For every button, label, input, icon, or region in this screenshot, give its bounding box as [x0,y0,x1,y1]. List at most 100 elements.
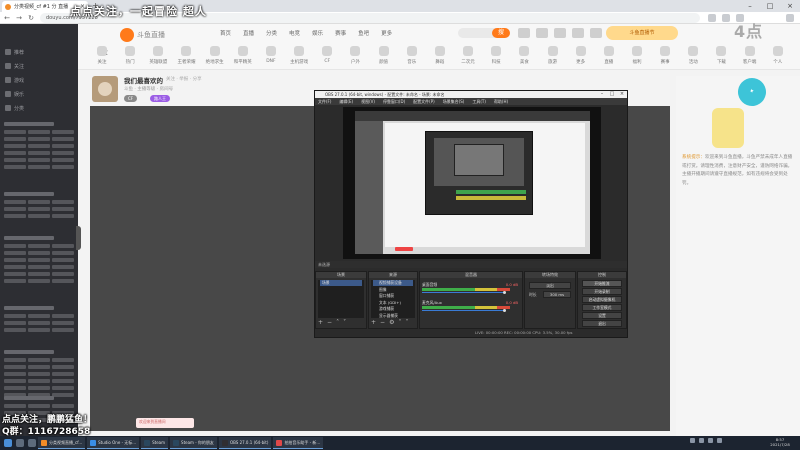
sidebar-category-link[interactable] [52,379,74,383]
sidebar-category-link[interactable] [4,358,26,362]
sidebar-category-link[interactable] [28,272,50,276]
sidebar-category-link[interactable] [52,165,74,169]
sidebar-category-link[interactable] [4,137,26,141]
sidebar-category-link[interactable] [28,251,50,255]
sidebar-category-link[interactable] [52,328,74,332]
volume-slider[interactable] [422,292,506,293]
sidebar-category-link[interactable] [52,321,74,325]
sidebar-category-link[interactable] [28,372,50,376]
sidebar-category-link[interactable] [28,258,50,262]
category-item[interactable]: 活动 [681,46,705,65]
sidebar-item[interactable]: 推荐 [0,46,78,58]
sidebar-item[interactable]: 游戏 [0,74,78,86]
sidebar-category-link[interactable] [4,321,26,325]
sidebar-category-link[interactable] [28,314,50,318]
room-tag[interactable]: 路人王 [150,95,170,102]
category-item[interactable]: DNF [259,46,283,65]
obs-control-button[interactable]: 退出 [582,320,622,327]
maximize-icon[interactable]: □ [607,91,617,98]
sidebar-category-link[interactable] [4,265,26,269]
sidebar-category-link[interactable] [4,214,26,218]
sidebar-category-link[interactable] [4,386,26,390]
nav-item[interactable]: 更多 [381,29,392,37]
sidebar-category-link[interactable] [28,244,50,248]
obs-preview[interactable] [343,107,601,259]
nav-item[interactable]: 娱乐 [312,29,323,37]
sidebar-category-link[interactable] [4,279,26,283]
sidebar-category-link[interactable] [28,130,50,134]
category-item[interactable]: 美食 [512,46,536,65]
sidebar-category-link[interactable] [4,404,26,408]
sidebar-category-link[interactable] [4,244,26,248]
sidebar-category-link[interactable] [4,165,26,169]
sidebar-category-link[interactable] [52,144,74,148]
close-window-icon[interactable]: × [617,91,627,98]
sidebar-category-link[interactable] [28,379,50,383]
nav-item[interactable]: 直播 [243,29,254,37]
sidebar-category-link[interactable] [52,207,74,211]
obs-control-button[interactable]: 启动虚拟摄像机 [582,296,622,303]
taskbar-clock[interactable]: 8:57 2021/7/28 [762,437,798,447]
obs-menu-item[interactable]: 停靠窗口(D) [383,98,405,105]
category-item[interactable]: 热门 [118,46,142,65]
sidebar-category-link[interactable] [28,137,50,141]
source-item[interactable]: 显示器捕获 [373,313,413,319]
douyu-logo[interactable]: 斗鱼直播 [120,27,204,43]
obs-menu-item[interactable]: 配置文件(P) [413,98,435,105]
sidebar-category-link[interactable] [52,272,74,276]
category-item[interactable]: 舞蹈 [428,46,452,65]
nav-item[interactable]: 首页 [220,29,231,37]
menu-icon[interactable] [786,14,794,22]
event-banner[interactable]: 斗鱼直播节 [606,26,678,40]
obs-menu-item[interactable]: 工具(T) [472,98,486,105]
nav-item[interactable]: 赛事 [335,29,346,37]
category-item[interactable]: 个人 [766,46,790,65]
sidebar-category-link[interactable] [52,200,74,204]
add-icon[interactable]: + [318,319,323,327]
streamer-avatar[interactable] [92,76,118,102]
sidebar-category-link[interactable] [52,130,74,134]
extension-icon[interactable] [722,14,730,22]
extension-icon[interactable] [708,14,716,22]
sidebar-category-link[interactable] [52,244,74,248]
sidebar-category-link[interactable] [52,365,74,369]
source-item[interactable]: 文本 (GDI+) [373,300,413,306]
sidebar-category-link[interactable] [4,328,26,332]
chevron-down-icon[interactable]: ˅ [343,319,346,327]
obs-menu-item[interactable]: 视图(V) [361,98,375,105]
category-item[interactable]: 音乐 [400,46,424,65]
room-tag[interactable]: CF [124,95,138,102]
download-icon[interactable] [554,28,566,38]
sidebar-category-link[interactable] [52,358,74,362]
sidebar-category-link[interactable] [52,151,74,155]
sidebar-category-link[interactable] [4,314,26,318]
category-item[interactable]: 旅游 [541,46,565,65]
scene-item[interactable]: 场景 [320,280,362,286]
nav-item[interactable]: 鱼吧 [358,29,369,37]
category-item[interactable]: 下载 [709,46,733,65]
sidebar-category-link[interactable] [52,258,74,262]
history-icon[interactable] [518,28,530,38]
sidebar-category-link[interactable] [28,200,50,204]
taskbar-app[interactable]: Steam [141,437,169,449]
sidebar-category-link[interactable] [4,272,26,276]
category-item[interactable]: 王者荣耀 [174,46,198,65]
obs-menu-item[interactable]: 场景集合(S) [443,98,465,105]
sidebar-collapse-handle[interactable] [76,226,81,250]
network-icon[interactable] [690,438,695,443]
category-item[interactable]: 户外 [343,46,367,65]
sidebar-category-link[interactable] [28,158,50,162]
sidebar-category-link[interactable] [4,372,26,376]
sidebar-category-link[interactable] [28,207,50,211]
taskbar-app[interactable]: 分类视频直播_cf... [38,437,86,449]
category-item[interactable]: CF [315,46,339,65]
sidebar-category-link[interactable] [52,393,74,397]
minimize-icon[interactable]: – [740,0,760,12]
category-item[interactable]: 和平精英 [231,46,255,65]
sidebar-category-link[interactable] [52,314,74,318]
sidebar-category-link[interactable] [52,251,74,255]
sidebar-category-link[interactable] [28,386,50,390]
sidebar-category-link[interactable] [4,365,26,369]
category-item[interactable]: 颜值 [372,46,396,65]
sidebar-category-link[interactable] [52,404,74,408]
